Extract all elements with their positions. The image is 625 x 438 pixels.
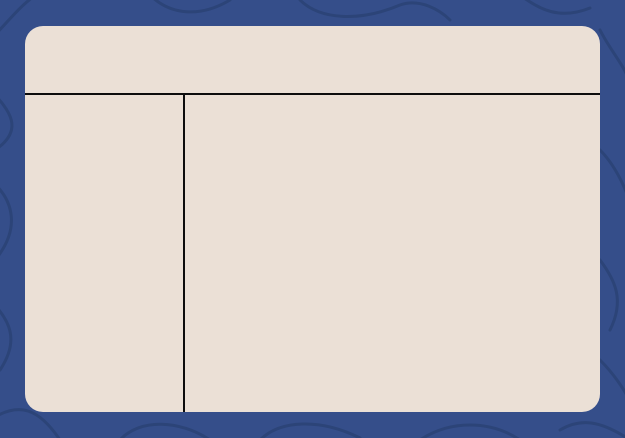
card-sidebar [25,95,183,412]
card-header [25,26,600,93]
card-content [185,95,600,412]
card-panel [25,26,600,412]
